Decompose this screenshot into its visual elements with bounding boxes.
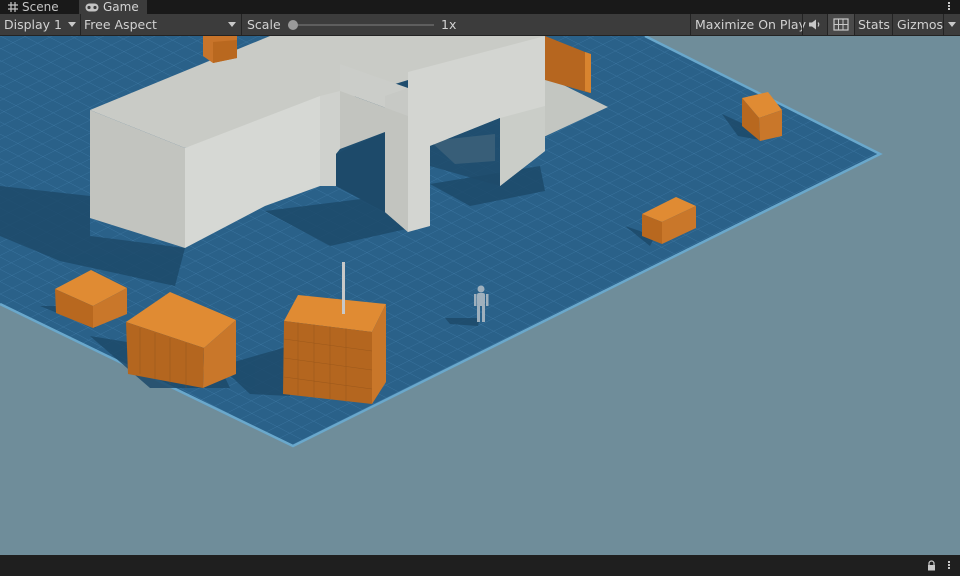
scale-label: Scale [247,17,281,32]
game-render [0,36,883,448]
scale-slider[interactable] [288,19,436,31]
display-chevron-down-icon [68,22,76,27]
orange-box-top-left [203,36,237,63]
status-bar [0,555,960,576]
aspect-dropdown[interactable]: Free Aspect [84,14,234,35]
lock-icon[interactable] [927,560,936,574]
aspect-chevron-down-icon [228,22,236,27]
grid-icon [8,2,18,12]
maximize-on-play-toggle[interactable]: Maximize On Play [695,14,806,35]
gizmos-chevron-down-icon[interactable] [948,22,956,27]
statusbar-more-icon[interactable] [948,561,950,563]
stats-toggle[interactable]: Stats [858,14,890,35]
tab-game[interactable]: Game [79,0,147,14]
tab-scene-label: Scene [22,0,59,14]
mute-audio-icon[interactable] [807,18,823,31]
scale-value: 1x [441,17,457,32]
aspect-label: Free Aspect [84,17,157,32]
display-dropdown[interactable]: Display 1 [4,14,78,35]
tab-scene[interactable]: Scene [0,0,78,14]
gizmo-grid-toggle-icon[interactable] [828,14,854,35]
scale-slider-track [288,24,434,26]
tab-game-label: Game [103,0,139,14]
tab-more-icon[interactable] [948,2,950,4]
gizmos-toggle[interactable]: Gizmos [897,14,943,35]
scale-slider-handle[interactable] [288,20,298,30]
display-label: Display 1 [4,17,63,32]
game-toolbar: Display 1 Free Aspect Scale 1x Maximize … [0,14,960,36]
game-viewport[interactable] [0,36,960,555]
tab-bar: Scene Game [0,0,960,14]
gamepad-icon [85,3,99,12]
